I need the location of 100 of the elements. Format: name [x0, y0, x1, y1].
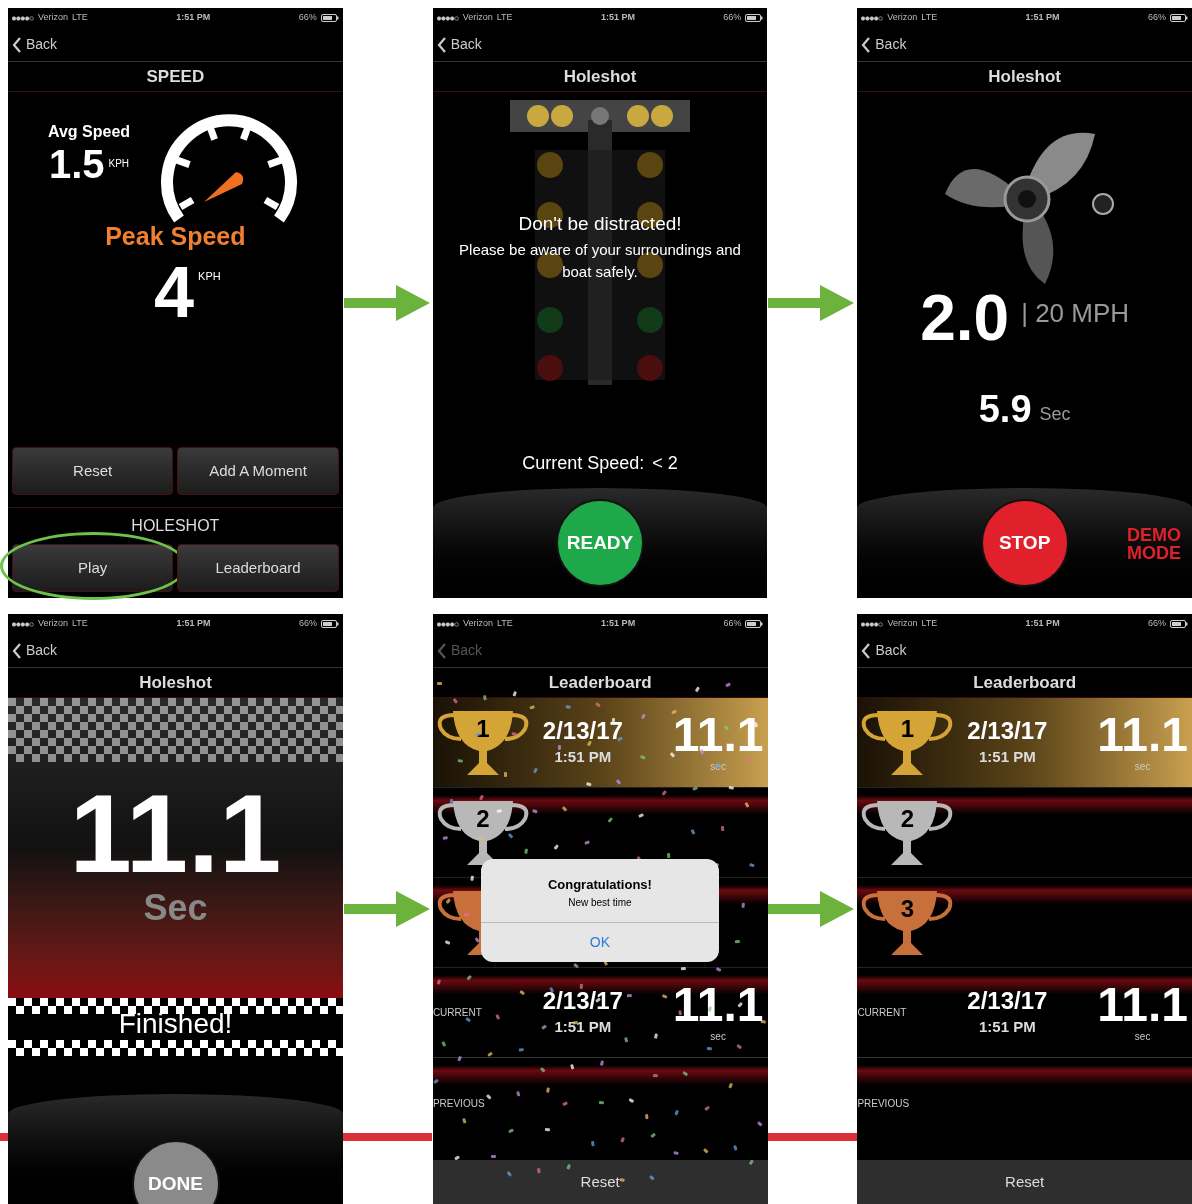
menu-button[interactable]: Reset [12, 447, 174, 495]
menu-button[interactable]: Add A Moment [177, 447, 339, 495]
battery-percent: 66% [723, 617, 742, 631]
carrier-label: Verizon [887, 617, 918, 631]
speed-reading: | 20 MPH [1021, 297, 1130, 330]
demo-mode-label: DEMO MODE [1126, 526, 1182, 562]
signal-icon [436, 621, 459, 627]
carrier-label: Verizon [462, 11, 493, 25]
battery-percent: 66% [1147, 617, 1166, 631]
entry-date: 2/13/17 [542, 986, 623, 1017]
carrier-label: Verizon [887, 11, 918, 25]
status-time: 1:51 PM [1025, 617, 1060, 631]
current-speed-label: Current Speed: [522, 452, 645, 475]
status-time: 1:51 PM [600, 11, 635, 25]
battery-percent: 66% [299, 617, 317, 631]
entry-score: 11.1 [1097, 711, 1188, 759]
entry-time: 1:51 PM [979, 747, 1036, 768]
section-title: HOLESHOT [131, 516, 220, 536]
battery-percent: 66% [1148, 11, 1166, 25]
entry-time: 1:51 PM [554, 747, 612, 768]
battery-icon [321, 620, 339, 628]
entry-time: 1:51 PM [554, 1017, 612, 1038]
avg-speed-label: Avg Speed [47, 122, 131, 142]
chevron-left-icon [12, 36, 22, 53]
reset-button[interactable]: Reset [857, 1160, 1192, 1204]
carrier-label: Verizon [462, 617, 493, 631]
network-label: LTE [496, 11, 513, 25]
status-time: 1:51 PM [176, 617, 211, 631]
battery-icon [1170, 14, 1188, 22]
network-label: LTE [921, 617, 938, 631]
entry-date: 2/13/17 [542, 716, 623, 747]
peak-speed-unit: KPH [198, 268, 221, 284]
entry-unit: sec [1134, 1030, 1151, 1044]
alert-title: Congratulations! [547, 876, 652, 894]
elapsed-value: 5.9 [978, 390, 1032, 428]
finish-time: 11.1 [69, 778, 282, 890]
reset-button[interactable]: Reset [432, 1160, 768, 1204]
entry-score: 11.1 [672, 981, 764, 1029]
signal-icon [12, 15, 34, 21]
signal-icon [12, 621, 34, 627]
signal-icon [436, 15, 459, 21]
battery-icon [1170, 620, 1188, 628]
rank-number: 3 [899, 896, 916, 921]
chevron-left-icon [436, 642, 447, 659]
status-time: 1:51 PM [1025, 11, 1060, 25]
chevron-left-icon [436, 36, 447, 53]
back-button[interactable]: Back [436, 34, 482, 55]
entry-score: 11.1 [1097, 981, 1188, 1029]
menu-button[interactable]: Play [12, 544, 174, 592]
screen-title: Holeshot [139, 671, 212, 694]
chevron-left-icon [861, 36, 872, 53]
battery-icon [745, 14, 764, 22]
arrow-icon [343, 889, 432, 929]
back-button[interactable]: Back [861, 34, 907, 55]
chevron-left-icon [12, 642, 22, 659]
entry-time: 1:51 PM [979, 1017, 1036, 1038]
peak-speed-label: Peak Speed [105, 221, 246, 252]
warning-text: Please be aware of your surroundings and boat safely. [458, 239, 742, 282]
action-button[interactable]: STOP [980, 499, 1069, 587]
network-label: LTE [496, 617, 513, 631]
entry-unit: sec [710, 1030, 726, 1044]
carrier-label: Verizon [38, 11, 69, 25]
current-label: CURRENT [432, 1006, 483, 1020]
entry-unit: sec [1134, 760, 1151, 774]
screen-title: SPEED [146, 65, 205, 88]
elapsed-unit: Sec [1039, 403, 1071, 426]
run-value: 2.0 [920, 286, 1010, 350]
back-button[interactable]: Back [12, 34, 58, 55]
network-label: LTE [921, 11, 938, 25]
battery-percent: 66% [298, 11, 317, 25]
menu-button[interactable]: Leaderboard [177, 544, 339, 592]
entry-date: 2/13/17 [967, 716, 1048, 747]
finish-unit: Sec [143, 890, 208, 926]
entry-unit: sec [710, 760, 726, 774]
previous-label: PREVIOUS [432, 1096, 485, 1111]
screen-title: Holeshot [563, 65, 637, 88]
back-button[interactable]: Back [861, 640, 907, 661]
alert-message: New best time [568, 895, 632, 910]
entry-score: 11.1 [672, 711, 764, 759]
signal-icon [861, 621, 884, 627]
status-time: 1:51 PM [601, 617, 636, 631]
screen-title: Holeshot [988, 65, 1061, 88]
horizontal-bar [0, 1133, 8, 1141]
rank-number: 1 [899, 716, 916, 741]
entry-date: 2/13/17 [967, 986, 1048, 1017]
rank-number: 1 [475, 716, 491, 741]
current-speed-value: < 2 [652, 452, 678, 475]
avg-speed-value: 1.5 [48, 144, 105, 184]
avg-speed-unit: KPH [108, 157, 130, 171]
battery-percent: 66% [723, 11, 742, 25]
peak-speed-value: 4 [154, 255, 195, 328]
arrow-icon [343, 283, 432, 323]
current-label: CURRENT [857, 1006, 908, 1020]
network-label: LTE [72, 617, 88, 631]
warning-title: Don't be distracted! [518, 212, 682, 236]
rank-number: 2 [899, 806, 916, 831]
back-button[interactable]: Back [12, 640, 58, 661]
chevron-left-icon [861, 642, 872, 659]
status-time: 1:51 PM [176, 11, 211, 25]
carrier-label: Verizon [38, 617, 69, 631]
